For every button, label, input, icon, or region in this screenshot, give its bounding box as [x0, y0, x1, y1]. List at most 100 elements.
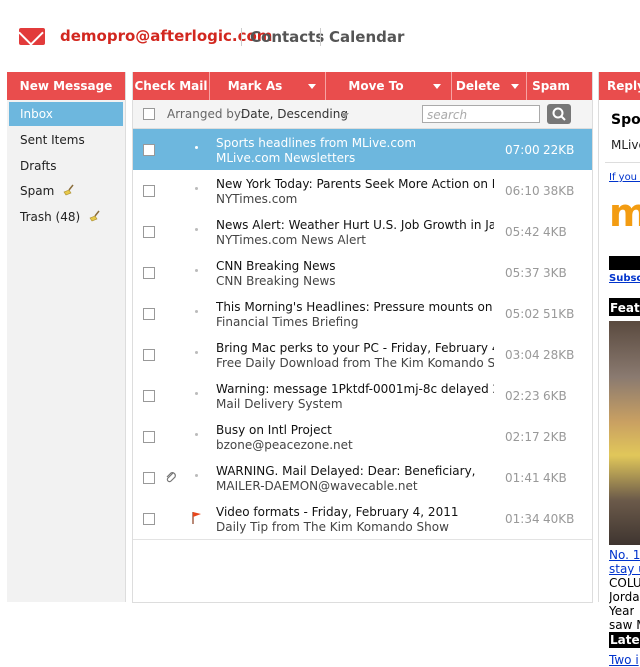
message-row[interactable]: Sports headlines from MLive.com MLive.com…: [133, 129, 592, 171]
message-row[interactable]: Warning: message 1Pktdf-0001mj-8c delaye…: [133, 375, 592, 417]
flag-toggle-dot[interactable]: [195, 269, 198, 272]
flag-toggle-dot[interactable]: [195, 392, 198, 395]
message-row[interactable]: Video formats - Friday, February 4, 2011…: [133, 498, 592, 540]
message-time: 02:17: [505, 430, 540, 444]
message-sender: bzone@peacezone.net: [216, 438, 353, 452]
message-size: 4KB: [543, 225, 567, 239]
message-checkbox[interactable]: [143, 431, 155, 443]
spam-button[interactable]: Spam: [527, 72, 575, 100]
nav-calendar[interactable]: Calendar: [329, 28, 404, 46]
nav-contacts[interactable]: Contacts: [250, 28, 324, 46]
message-subject: Warning: message 1Pktdf-0001mj-8c delaye…: [216, 382, 494, 396]
message-time: 01:41: [505, 471, 540, 485]
message-row[interactable]: This Morning's Headlines: Pressure mount…: [133, 293, 592, 335]
folder-panel: New Message Inbox Sent Items Drafts Spam…: [7, 72, 126, 602]
message-time: 02:23: [505, 389, 540, 403]
folder-sent-items[interactable]: Sent Items: [9, 128, 123, 152]
message-checkbox[interactable]: [143, 226, 155, 238]
paperclip-icon: [166, 472, 176, 483]
sort-order-dropdown[interactable]: Date, Descending: [241, 107, 348, 121]
message-size: 40KB: [543, 512, 575, 526]
latest-header: Lates: [610, 633, 640, 647]
flag-toggle-dot[interactable]: [195, 310, 198, 313]
message-checkbox[interactable]: [143, 144, 155, 156]
divider: [605, 162, 640, 163]
folder-label: Inbox: [20, 107, 53, 121]
broom-icon[interactable]: [89, 210, 101, 222]
message-checkbox[interactable]: [143, 472, 155, 484]
message-checkbox[interactable]: [143, 513, 155, 525]
folder-label: Drafts: [20, 159, 57, 173]
nav-separator: [320, 28, 321, 46]
message-checkbox[interactable]: [143, 308, 155, 320]
subscribe-link[interactable]: Subscr: [609, 273, 640, 284]
chevron-down-icon[interactable]: [433, 84, 441, 89]
chevron-down-icon[interactable]: [511, 84, 519, 89]
folder-spam[interactable]: Spam: [9, 179, 123, 203]
preview-panel: Reply Spor MLive If you c m Subscr Featu…: [598, 72, 640, 667]
article-link[interactable]: Two i: [609, 653, 639, 667]
top-header: demopro@afterlogic.com Contacts Calendar: [0, 0, 640, 72]
broom-icon[interactable]: [63, 184, 75, 196]
delete-button[interactable]: Delete: [452, 72, 504, 100]
message-row[interactable]: WARNING. Mail Delayed: Dear: Beneficiary…: [133, 457, 592, 499]
new-message-button[interactable]: New Message: [7, 72, 125, 100]
message-checkbox[interactable]: [143, 390, 155, 402]
flag-toggle-dot[interactable]: [195, 474, 198, 477]
chevron-down-icon[interactable]: [341, 113, 349, 118]
message-checkbox[interactable]: [143, 349, 155, 361]
article-photo[interactable]: [609, 321, 640, 545]
message-sender: Daily Tip from The Kim Komando Show: [216, 520, 449, 534]
message-time: 05:42: [505, 225, 540, 239]
article-link[interactable]: No. 1: [609, 548, 640, 562]
message-subject: Sports headlines from MLive.com: [216, 136, 417, 150]
message-row[interactable]: CNN Breaking News CNN Breaking News 05:37 3…: [133, 252, 592, 294]
move-to-folder-button[interactable]: Move To Folder: [326, 72, 426, 121]
message-size: 51KB: [543, 307, 575, 321]
message-time: 01:34: [505, 512, 540, 526]
flag-icon[interactable]: [191, 511, 203, 525]
article-text: Year: [609, 604, 635, 618]
message-sender: MAILER-DAEMON@wavecable.net: [216, 479, 418, 493]
folder-drafts[interactable]: Drafts: [9, 154, 123, 178]
reply-button[interactable]: Reply: [599, 72, 640, 100]
preview-link[interactable]: If you c: [609, 172, 640, 183]
flag-toggle-dot[interactable]: [195, 146, 198, 149]
message-checkbox[interactable]: [143, 267, 155, 279]
message-size: 22KB: [543, 143, 575, 157]
mark-as-read-button[interactable]: Mark As Read: [210, 72, 300, 121]
search-button[interactable]: [547, 104, 571, 124]
flag-toggle-dot[interactable]: [195, 351, 198, 354]
message-row[interactable]: News Alert: Weather Hurt U.S. Job Growth…: [133, 211, 592, 253]
message-row[interactable]: Bring Mac perks to your PC - Friday, Feb…: [133, 334, 592, 376]
message-subject: New York Today: Parents Seek More Action…: [216, 177, 494, 191]
message-subject: CNN Breaking News: [216, 259, 336, 273]
message-list-panel: Check Mail Mark As Read Move To Folder D…: [132, 72, 593, 603]
message-sender: Mail Delivery System: [216, 397, 343, 411]
message-time: 03:04: [505, 348, 540, 362]
message-row[interactable]: Busy on Intl Project bzone@peacezone.net 0…: [133, 416, 592, 458]
article-text: Jorda: [609, 590, 640, 604]
search-icon: [552, 107, 566, 121]
folder-inbox[interactable]: Inbox: [9, 102, 123, 126]
flag-toggle-dot[interactable]: [195, 433, 198, 436]
search-input[interactable]: search: [422, 105, 540, 123]
message-sender: Financial Times Briefing: [216, 315, 359, 329]
select-all-checkbox[interactable]: [143, 108, 155, 120]
message-sender: MLive.com Newsletters: [216, 151, 356, 165]
message-sender: Free Daily Download from The Kim Komando…: [216, 356, 494, 370]
message-time: 05:37: [505, 266, 540, 280]
chevron-down-icon[interactable]: [308, 84, 316, 89]
message-checkbox[interactable]: [143, 185, 155, 197]
folder-label: Sent Items: [20, 133, 85, 147]
message-row[interactable]: New York Today: Parents Seek More Action…: [133, 170, 592, 212]
message-sender: CNN Breaking News: [216, 274, 336, 288]
folder-trash[interactable]: Trash (48): [9, 205, 123, 229]
flag-toggle-dot[interactable]: [195, 228, 198, 231]
message-time: 05:02: [505, 307, 540, 321]
flag-toggle-dot[interactable]: [195, 187, 198, 190]
article-link[interactable]: stay u: [609, 562, 640, 576]
message-size: 28KB: [543, 348, 575, 362]
check-mail-button[interactable]: Check Mail: [133, 72, 209, 100]
arranged-by-label: Arranged by:: [167, 107, 245, 121]
